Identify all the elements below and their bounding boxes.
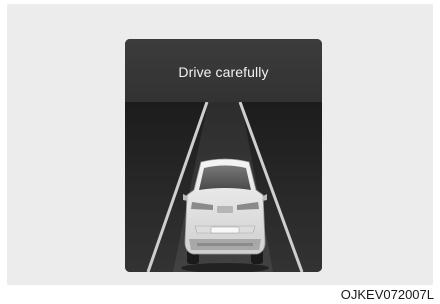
figure-code-caption: OJKEV072007L (340, 287, 434, 302)
road-scene (125, 102, 322, 272)
page: Drive carefully OJKEV072007L (0, 0, 440, 304)
drive-carefully-message: Drive carefully (178, 63, 269, 80)
cluster-display: Drive carefully (125, 39, 322, 272)
display-header: Drive carefully (125, 39, 322, 102)
